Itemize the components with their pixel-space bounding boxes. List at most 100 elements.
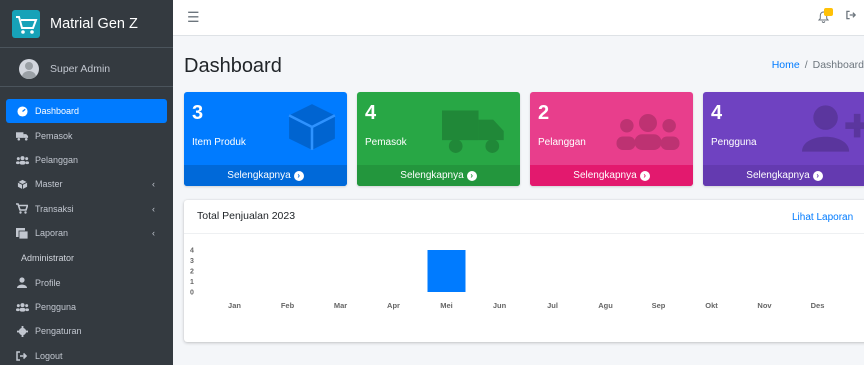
sidebar-item-label: Profile	[35, 277, 61, 288]
chevron-left-icon: ‹	[152, 203, 155, 214]
x-tick-label: Mar	[334, 301, 347, 310]
sidebar-item-pengguna[interactable]: Pengguna	[6, 295, 167, 319]
sidebar-item-label: Pemasok	[35, 130, 73, 141]
sidebar-item-label: Logout	[35, 350, 63, 361]
box-count: 2	[538, 102, 550, 124]
cube-icon	[15, 179, 29, 190]
y-tick-label: 1	[190, 279, 194, 286]
report-icon	[15, 227, 29, 239]
user-plus-icon	[802, 104, 864, 157]
sidebar-item-label: Laporan	[35, 228, 69, 239]
user-name: Super Admin	[50, 62, 111, 75]
box-pelanggan: 2 Pelanggan Selengkapnya ›	[530, 92, 693, 186]
chevron-left-icon: ‹	[152, 228, 155, 239]
user-panel[interactable]: Super Admin	[0, 51, 173, 87]
x-tick-label: Feb	[281, 301, 295, 310]
box-label: Pemasok	[365, 137, 407, 148]
box-label: Pengguna	[711, 137, 757, 148]
notification-badge	[824, 8, 833, 16]
x-tick-label: Sep	[652, 301, 666, 310]
cart-icon	[15, 203, 29, 214]
sales-card: Total Penjualan 2023 Lihat Laporan 4 3 2 1 0…	[184, 200, 864, 342]
page-title: Dashboard	[184, 55, 282, 77]
box-footer-label: Selengkapnya	[227, 170, 291, 181]
users-icon	[613, 114, 683, 155]
sidebar-item-pengaturan[interactable]: Pengaturan	[6, 319, 167, 343]
sidebar: Matrial Gen Z Super Admin Dashboard Pema…	[0, 0, 173, 365]
breadcrumb-home-link[interactable]: Home	[772, 59, 800, 71]
view-report-link[interactable]: Lihat Laporan	[792, 212, 853, 223]
box-more-link[interactable]: Selengkapnya ›	[184, 165, 347, 186]
x-tick-label: Mei	[440, 301, 453, 310]
sidebar-item-label: Dashboard	[35, 106, 80, 117]
sidebar-item-label: Pengguna	[35, 301, 77, 312]
y-tick-label: 2	[190, 269, 194, 276]
breadcrumb-separator: /	[804, 59, 808, 71]
brand[interactable]: Matrial Gen Z	[0, 0, 173, 48]
box-more-link[interactable]: Selengkapnya ›	[357, 165, 520, 186]
box-pemasok: 4 Pemasok Selengkapnya ›	[357, 92, 520, 186]
sidebar-item-master[interactable]: Master ‹	[6, 172, 167, 196]
box-more-link[interactable]: Selengkapnya ›	[530, 165, 693, 186]
breadcrumb-current: Dashboard	[812, 59, 864, 71]
bell-icon[interactable]	[817, 8, 833, 26]
truck-icon	[15, 131, 29, 141]
arrow-circle-right-icon: ›	[812, 170, 823, 181]
x-tick-label: Apr	[387, 301, 400, 310]
sidebar-item-label: Transaksi	[35, 203, 74, 214]
sidebar-item-pemasok[interactable]: Pemasok	[6, 123, 167, 147]
cog-icon	[15, 325, 29, 337]
box-footer-label: Selengkapnya	[400, 170, 464, 181]
sign-out-icon[interactable]	[846, 10, 857, 23]
box-count: 4	[711, 102, 723, 124]
avatar	[19, 58, 39, 79]
box-label: Item Produk	[192, 137, 246, 148]
truck-icon	[442, 108, 506, 159]
hamburger-icon[interactable]: ☰	[187, 9, 200, 26]
arrow-circle-right-icon: ›	[466, 170, 477, 181]
sidebar-item-dashboard[interactable]: Dashboard	[6, 99, 167, 124]
y-tick-label: 3	[190, 258, 194, 265]
sidebar-item-transaksi[interactable]: Transaksi ‹	[6, 197, 167, 221]
cube-icon	[287, 102, 337, 157]
breadcrumb: Home / Dashboard	[772, 59, 864, 71]
arrow-circle-right-icon: ›	[639, 170, 650, 181]
topbar: ☰	[173, 0, 864, 36]
box-pengguna: 4 Pengguna Selengkapnya ›	[703, 92, 864, 186]
x-tick-label: Des	[811, 301, 825, 310]
sign-out-icon	[15, 350, 29, 361]
sidebar-item-profile[interactable]: Profile	[6, 270, 167, 294]
y-tick-label: 4	[190, 248, 194, 255]
box-label: Pelanggan	[538, 137, 586, 148]
x-tick-label: Jul	[547, 301, 558, 310]
sidebar-section-header: Administrator	[21, 252, 75, 263]
cart-logo-icon	[10, 8, 42, 40]
box-footer-label: Selengkapnya	[746, 170, 810, 181]
sales-chart: 4 3 2 1 0 Jan Feb Mar Apr Mei Jun Jul Agu Sep Okt Nov De…	[190, 248, 825, 311]
sidebar-item-laporan[interactable]: Laporan ‹	[6, 221, 167, 245]
bar-mei	[427, 250, 466, 292]
box-item-produk: 3 Item Produk Selengkapnya ›	[184, 92, 347, 186]
sidebar-item-label: Pelanggan	[35, 154, 79, 165]
y-tick-label: 0	[190, 290, 194, 297]
users-icon	[15, 302, 29, 312]
sidebar-item-logout[interactable]: Logout	[6, 344, 167, 365]
users-icon	[15, 155, 29, 165]
chevron-left-icon: ‹	[152, 179, 155, 190]
sidebar-item-label: Master	[35, 179, 63, 190]
arrow-circle-right-icon: ›	[293, 170, 304, 181]
box-more-link[interactable]: Selengkapnya ›	[703, 165, 864, 186]
x-tick-label: Okt	[705, 301, 718, 310]
tachometer-icon	[15, 106, 29, 117]
x-tick-label: Nov	[757, 301, 772, 310]
box-footer-label: Selengkapnya	[573, 170, 637, 181]
brand-name: Matrial Gen Z	[50, 15, 138, 32]
card-divider	[184, 233, 864, 234]
sidebar-item-label: Pengaturan	[35, 326, 82, 337]
user-icon	[15, 277, 29, 289]
x-tick-label: Jun	[493, 301, 507, 310]
x-tick-label: Agu	[598, 301, 613, 310]
x-tick-label: Jan	[228, 301, 241, 310]
sidebar-nav: Dashboard Pemasok Pelanggan Master ‹ Tra…	[0, 99, 173, 365]
sidebar-item-pelanggan[interactable]: Pelanggan	[6, 148, 167, 172]
